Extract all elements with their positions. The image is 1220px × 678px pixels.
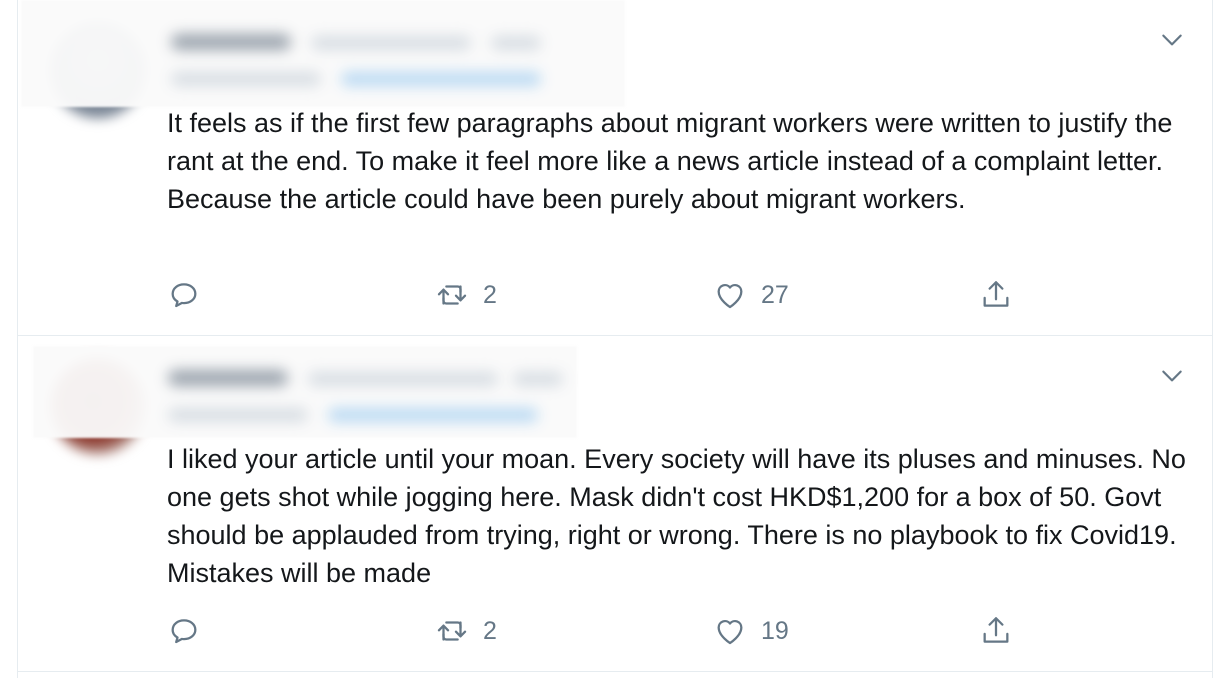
heart-icon xyxy=(717,620,743,645)
like-count: 19 xyxy=(761,616,789,645)
reply-button[interactable] xyxy=(167,275,201,315)
retweet-icon xyxy=(437,621,467,641)
retweet-icon xyxy=(437,285,467,305)
like-count: 27 xyxy=(761,280,789,309)
blurred-author-header xyxy=(21,0,625,107)
share-button[interactable] xyxy=(979,275,1013,315)
tweet-text: I liked your article until your moan. Ev… xyxy=(167,444,1186,588)
tweet[interactable]: It feels as if the first few paragraphs … xyxy=(18,0,1212,336)
tweet-actions: 2 27 xyxy=(167,275,1047,315)
blurred-author-header xyxy=(33,346,577,438)
chevron-down-icon xyxy=(1162,370,1182,382)
reply-icon xyxy=(171,619,197,644)
reply-icon xyxy=(171,283,197,308)
tweet-feed: It feels as if the first few paragraphs … xyxy=(17,0,1213,678)
like-button[interactable]: 19 xyxy=(713,611,789,651)
share-icon xyxy=(983,281,1009,307)
more-options-button[interactable] xyxy=(1158,26,1186,54)
tweet[interactable]: I liked your article until your moan. Ev… xyxy=(18,336,1212,672)
share-button[interactable] xyxy=(979,611,1013,651)
heart-icon xyxy=(717,284,743,309)
retweet-count: 2 xyxy=(483,280,497,309)
like-button[interactable]: 27 xyxy=(713,275,789,315)
retweet-button[interactable]: 2 xyxy=(435,611,497,651)
share-icon xyxy=(983,617,1009,643)
retweet-count: 2 xyxy=(483,616,497,645)
tweet-actions: 2 19 xyxy=(167,611,1047,651)
reply-button[interactable] xyxy=(167,611,201,651)
chevron-down-icon xyxy=(1162,34,1182,46)
more-options-button[interactable] xyxy=(1158,362,1186,390)
retweet-button[interactable]: 2 xyxy=(435,275,497,315)
tweet-text: It feels as if the first few paragraphs … xyxy=(167,108,1173,214)
